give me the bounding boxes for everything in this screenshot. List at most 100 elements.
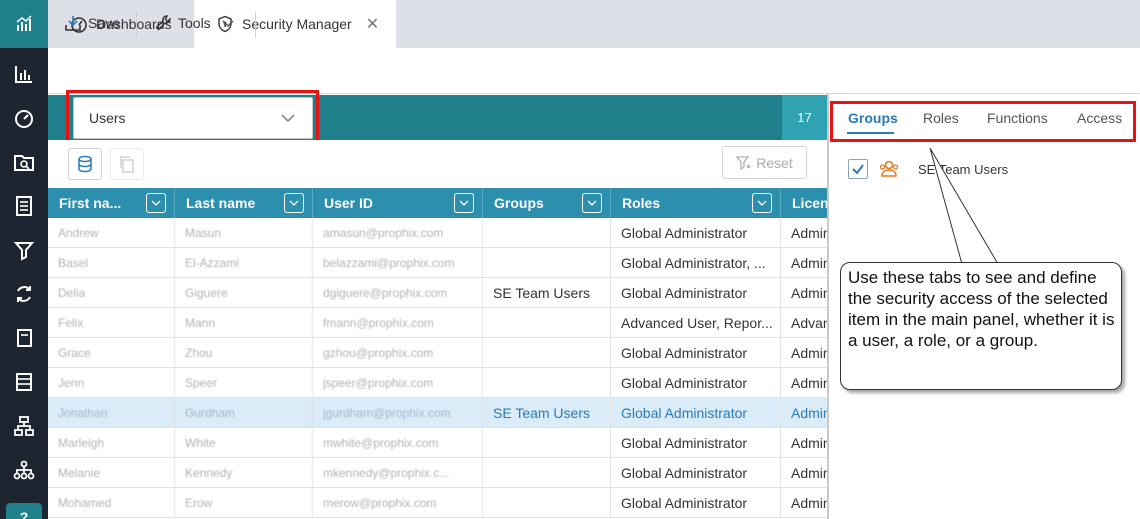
group-checkbox[interactable] [848, 159, 868, 179]
save-button[interactable]: Save [64, 0, 120, 46]
cell-last: Mann [175, 308, 313, 338]
column-menu-icon[interactable] [454, 193, 474, 213]
table-row[interactable]: Mohamed Erow merow@prophix.com Global Admin… [48, 488, 827, 518]
active-tab-indicator [847, 132, 894, 134]
tab-groups[interactable]: Groups [848, 110, 898, 126]
cell-last: Masun [175, 218, 313, 248]
cell-last: Giguere [175, 278, 313, 308]
cell-roles: Advanced User, Repor... [611, 308, 781, 338]
tools-menu-button[interactable]: Tools [154, 0, 241, 46]
column-title: User ID [324, 195, 374, 211]
grid-toolbar [48, 140, 827, 188]
spreadsheet-icon [16, 373, 32, 391]
help-button[interactable]: ? [6, 503, 42, 519]
cell-groups: SE Team Users [483, 278, 611, 308]
column-menu-icon[interactable] [284, 193, 304, 213]
rail-book-icon[interactable] [0, 316, 48, 360]
download-icon [65, 16, 81, 31]
cell-last: Zhou [175, 338, 313, 368]
table-row[interactable]: Jenn Speer jspeer@prophix.com Global Admini… [48, 368, 827, 398]
cell-groups [483, 308, 611, 338]
filter-icon [13, 242, 35, 261]
column-title: Last name [186, 195, 256, 211]
cell-groups [483, 488, 611, 518]
cell-first: Grace [48, 338, 175, 368]
cell-roles: Global Administrator [611, 458, 781, 488]
group-item-label: SE Team Users [918, 162, 1009, 177]
cell-roles: Global Administrator [611, 428, 781, 458]
table-row[interactable]: Marleigh White mwhite@prophix.com Global Ad… [48, 428, 827, 458]
copy-icon [120, 156, 134, 173]
folder-search-icon [14, 155, 34, 171]
cell-license: Admin [781, 218, 827, 248]
table-row[interactable]: Delia Giguere dgiguere@prophix.com SE Team … [48, 278, 827, 308]
tab-label: Security Manager [242, 16, 352, 32]
column-header-first-name[interactable]: First na... [48, 188, 175, 218]
cell-groups [483, 248, 611, 278]
cell-license: Admin [781, 428, 827, 458]
tab-roles[interactable]: Roles [923, 110, 959, 126]
reset-filters-button[interactable]: Reset [722, 146, 807, 179]
tab-access[interactable]: Access [1077, 110, 1122, 126]
rail-search-icon[interactable] [0, 140, 48, 184]
table-row[interactable]: Jonathan Gurdham jgurdham@prophix.com SE Te… [48, 398, 827, 428]
cell-last: El-Azzami [175, 248, 313, 278]
column-header-license[interactable]: Licens [781, 188, 827, 218]
filter-reset-icon [736, 155, 751, 170]
table-row[interactable]: Felix Mann fmann@prophix.com Advanced User,… [48, 308, 827, 338]
rail-templates-icon[interactable] [0, 184, 48, 228]
cell-groups [483, 458, 611, 488]
cell-userid: jspeer@prophix.com [313, 368, 483, 398]
app-logo[interactable] [0, 0, 48, 48]
toolbar-divider [255, 12, 256, 38]
cell-last: Speer [175, 368, 313, 398]
cell-first: Andrew [48, 218, 175, 248]
cell-last: Gurdham [175, 398, 313, 428]
cell-groups [483, 218, 611, 248]
table-row[interactable]: Grace Zhou gzhou@prophix.com Global Adminis… [48, 338, 827, 368]
column-header-roles[interactable]: Roles [611, 188, 781, 218]
cell-roles: Global Administrator [611, 278, 781, 308]
table-row[interactable]: Andrew Masun amasun@prophix.com Global Admi… [48, 218, 827, 248]
rail-process-icon[interactable] [0, 272, 48, 316]
cell-roles: Global Administrator [611, 338, 781, 368]
cell-last: White [175, 428, 313, 458]
column-menu-icon[interactable] [582, 193, 602, 213]
sitemap-icon [13, 460, 35, 480]
cell-roles: Global Administrator, ... [611, 248, 781, 278]
item-count-badge: 17 [782, 95, 827, 140]
cell-first: Mohamed [48, 488, 175, 518]
table-row[interactable]: Melanie Kennedy mkennedy@prophix.c... Globa… [48, 458, 827, 488]
column-title: Roles [622, 195, 661, 211]
rail-filter-icon[interactable] [0, 228, 48, 272]
column-menu-icon[interactable] [752, 193, 772, 213]
copy-button[interactable] [110, 148, 144, 180]
rail-structure-icon[interactable] [0, 404, 48, 448]
cell-first: Melanie [48, 458, 175, 488]
cell-userid: dgiguere@prophix.com [313, 278, 483, 308]
wrench-icon [155, 15, 171, 31]
analytics-logo-icon [16, 15, 32, 31]
left-rail: ? [0, 0, 48, 519]
cell-groups [483, 428, 611, 458]
database-button[interactable] [68, 148, 102, 180]
cell-groups [483, 368, 611, 398]
column-menu-icon[interactable] [146, 193, 166, 213]
rail-sheet-icon[interactable] [0, 360, 48, 404]
column-header-user-id[interactable]: User ID [313, 188, 483, 218]
rail-reports-icon[interactable] [0, 52, 48, 96]
close-icon[interactable]: ✕ [366, 14, 379, 34]
column-header-groups[interactable]: Groups [483, 188, 611, 218]
rail-dashboard-icon[interactable] [0, 96, 48, 140]
cell-last: Erow [175, 488, 313, 518]
cell-roles: Global Administrator [611, 368, 781, 398]
table-row[interactable]: Basel El-Azzami belazzami@prophix.com Globa… [48, 248, 827, 278]
rail-org-icon[interactable] [0, 448, 48, 492]
tab-functions[interactable]: Functions [987, 110, 1048, 126]
bar-chart-icon [15, 66, 32, 83]
chevron-down-icon [222, 20, 234, 28]
column-header-last-name[interactable]: Last name [175, 188, 313, 218]
entity-type-select[interactable]: Users [73, 97, 313, 139]
hierarchy-icon [14, 416, 34, 436]
reset-label: Reset [756, 154, 793, 171]
